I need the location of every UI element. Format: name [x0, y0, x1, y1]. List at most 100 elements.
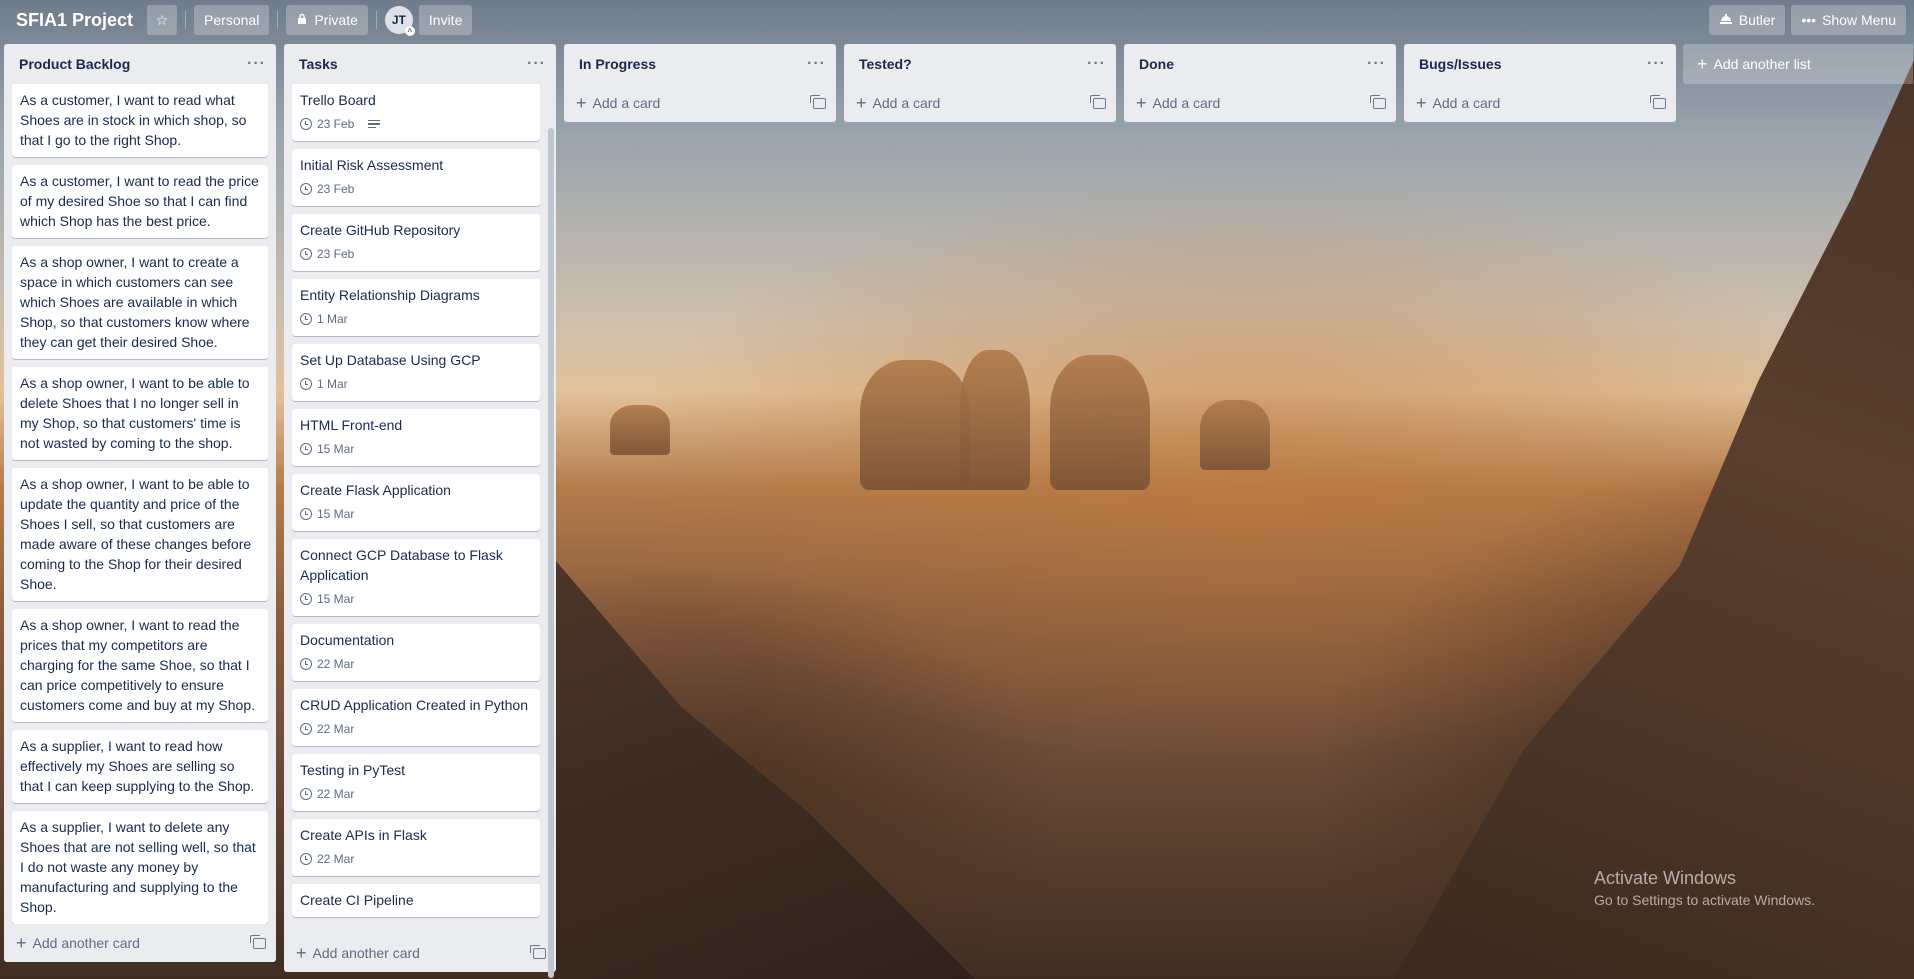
background-rock [1050, 355, 1150, 490]
list-footer: + Add a card [1124, 84, 1396, 122]
due-date: 22 Mar [317, 787, 355, 801]
background-rock [610, 405, 670, 455]
add-list-label: Add another list [1713, 56, 1811, 72]
card-title: Trello Board [300, 92, 376, 108]
star-button[interactable]: ☆ [147, 5, 178, 35]
team-visibility-button[interactable]: Personal [194, 5, 270, 35]
list-title[interactable]: In Progress [579, 56, 656, 72]
list-title[interactable]: Product Backlog [19, 56, 130, 72]
list-menu-icon[interactable]: ··· [1647, 56, 1666, 72]
due-date: 23 Feb [317, 247, 355, 261]
card[interactable]: Create Flask Application 15 Mar [292, 474, 540, 531]
card-title: As a shop owner, I want to be able to up… [20, 476, 252, 592]
due-date-badge: 1 Mar [300, 309, 348, 329]
due-date: 1 Mar [317, 312, 348, 326]
card[interactable]: Trello Board 23 Feb [292, 84, 540, 141]
add-card-label: Add a card [1152, 95, 1221, 111]
card[interactable]: As a shop owner, I want to be able to up… [12, 468, 268, 601]
card[interactable]: As a shop owner, I want to read the pric… [12, 609, 268, 722]
background-cliff [1394, 60, 1914, 979]
admin-chevron-icon: ^ [404, 26, 415, 36]
card-title: As a supplier, I want to delete any Shoe… [20, 819, 256, 915]
list-menu-icon[interactable]: ··· [247, 56, 266, 72]
due-date-badge: 1 Mar [300, 374, 348, 394]
list-title[interactable]: Tasks [299, 56, 338, 72]
invite-button[interactable]: Invite [418, 5, 473, 35]
card[interactable]: As a supplier, I want to read how effect… [12, 730, 268, 803]
clock-icon [300, 723, 312, 735]
due-date-badge: 23 Feb [300, 179, 354, 199]
plus-icon: + [856, 93, 867, 113]
card-template-icon[interactable] [250, 934, 266, 949]
card-template-icon[interactable] [1650, 94, 1666, 109]
card[interactable]: Connect GCP Database to Flask Applicatio… [292, 539, 540, 616]
watermark-title: Activate Windows [1594, 868, 1737, 888]
background-rock [1200, 400, 1270, 470]
butler-button[interactable]: Butler [1708, 5, 1786, 35]
list-menu-icon[interactable]: ··· [1367, 56, 1386, 72]
add-card-label: Add a card [592, 95, 661, 111]
card[interactable]: Initial Risk Assessment 23 Feb [292, 149, 540, 206]
privacy-button[interactable]: Private [286, 5, 368, 35]
due-date-badge: 15 Mar [300, 589, 354, 609]
add-card-button[interactable]: + Add another card [296, 944, 420, 962]
due-date-badge: 22 Mar [300, 784, 354, 804]
list-menu-icon[interactable]: ··· [1087, 56, 1106, 72]
card[interactable]: Testing in PyTest 22 Mar [292, 754, 540, 811]
card[interactable]: As a customer, I want to read the price … [12, 165, 268, 238]
card[interactable]: HTML Front-end 15 Mar [292, 409, 540, 466]
clock-icon [300, 508, 312, 520]
add-card-button[interactable]: + Add a card [856, 94, 940, 112]
list-header: Done ··· [1124, 44, 1396, 84]
card-title: Entity Relationship Diagrams [300, 287, 480, 303]
clock-icon [300, 658, 312, 670]
more-icon: ••• [1801, 12, 1817, 28]
card[interactable]: As a customer, I want to read what Shoes… [12, 84, 268, 157]
card-title: Set Up Database Using GCP [300, 352, 481, 368]
star-icon: ☆ [155, 11, 169, 28]
card-title: Testing in PyTest [300, 762, 406, 778]
list-tasks: Tasks ··· Trello Board 23 Feb Initial Ri… [284, 44, 556, 978]
card-title: Create Flask Application [300, 482, 451, 498]
plus-icon: + [1697, 54, 1708, 74]
list-menu-icon[interactable]: ··· [527, 56, 546, 72]
card[interactable]: As a supplier, I want to delete any Shoe… [12, 811, 268, 924]
add-card-button[interactable]: + Add a card [576, 94, 660, 112]
card-template-icon[interactable] [1090, 94, 1106, 109]
show-menu-button[interactable]: ••• Show Menu [1791, 5, 1906, 35]
board-title[interactable]: SFIA1 Project [12, 10, 141, 31]
card-badges: 15 Mar [300, 439, 532, 459]
card[interactable]: As a shop owner, I want to create a spac… [12, 246, 268, 359]
card[interactable]: Create CI Pipeline [292, 884, 540, 917]
list-title[interactable]: Done [1139, 56, 1174, 72]
card[interactable]: As a shop owner, I want to be able to de… [12, 367, 268, 460]
card-template-icon[interactable] [1370, 94, 1386, 109]
list-footer: + Add a card [844, 84, 1116, 122]
due-date-badge: 23 Feb [300, 114, 354, 134]
card[interactable]: Entity Relationship Diagrams 1 Mar [292, 279, 540, 336]
description-icon [368, 119, 381, 129]
card[interactable]: Create APIs in Flask 22 Mar [292, 819, 540, 876]
card[interactable]: CRUD Application Created in Python 22 Ma… [292, 689, 540, 746]
card[interactable]: Documentation 22 Mar [292, 624, 540, 681]
add-card-button[interactable]: + Add a card [1416, 94, 1500, 112]
list-scrollbar[interactable] [548, 128, 554, 978]
add-list-button[interactable]: + Add another list [1683, 44, 1913, 84]
add-card-button[interactable]: + Add a card [1136, 94, 1220, 112]
card-title: As a shop owner, I want to create a spac… [20, 254, 250, 350]
add-card-button[interactable]: + Add another card [16, 934, 140, 952]
card-badges: 22 Mar [300, 719, 532, 739]
card-title: Connect GCP Database to Flask Applicatio… [300, 547, 503, 583]
card-template-icon[interactable] [530, 944, 546, 959]
card[interactable]: Create GitHub Repository 23 Feb [292, 214, 540, 271]
member-avatar[interactable]: JT ^ [384, 6, 415, 36]
show-menu-label: Show Menu [1822, 12, 1896, 28]
list-title[interactable]: Tested? [859, 56, 912, 72]
card-template-icon[interactable] [810, 94, 826, 109]
due-date: 15 Mar [317, 507, 355, 521]
list-header: Tested? ··· [844, 44, 1116, 84]
list-title[interactable]: Bugs/Issues [1419, 56, 1501, 72]
card[interactable]: Set Up Database Using GCP 1 Mar [292, 344, 540, 401]
card-title: Create APIs in Flask [300, 827, 427, 843]
list-menu-icon[interactable]: ··· [807, 56, 826, 72]
